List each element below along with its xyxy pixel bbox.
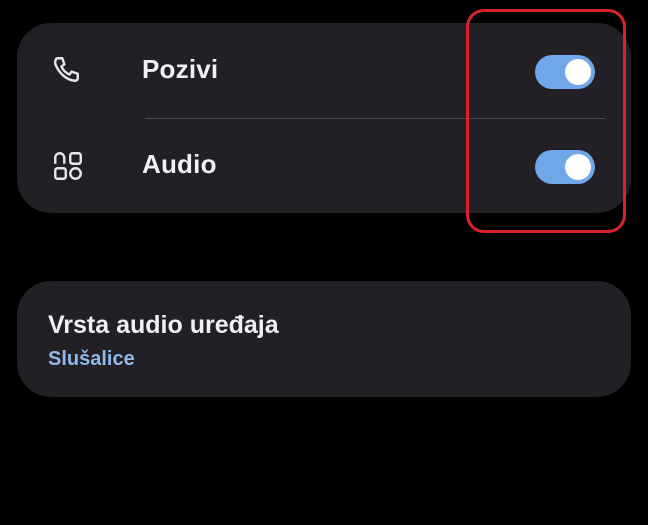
apps-icon [50, 148, 86, 184]
audio-device-type-value: Slušalice [48, 348, 135, 370]
toggle-knob [565, 59, 591, 85]
toggle-knob [565, 154, 591, 180]
audio-label: Audio [142, 149, 217, 179]
profile-toggles-card: Pozivi Audio [17, 23, 631, 213]
audio-device-type-item[interactable]: Vrsta audio uređaja Slušalice [17, 281, 631, 397]
phone-icon [50, 53, 86, 89]
audio-device-type-title: Vrsta audio uređaja [48, 311, 279, 339]
calls-toggle[interactable] [535, 55, 595, 89]
bluetooth-device-settings-screen: Pozivi Audio Vrsta audio uređaja Slušali… [0, 0, 648, 525]
audio-row[interactable]: Audio [17, 118, 631, 213]
calls-row[interactable]: Pozivi [17, 23, 631, 118]
audio-toggle[interactable] [535, 150, 595, 184]
calls-label: Pozivi [142, 54, 219, 84]
